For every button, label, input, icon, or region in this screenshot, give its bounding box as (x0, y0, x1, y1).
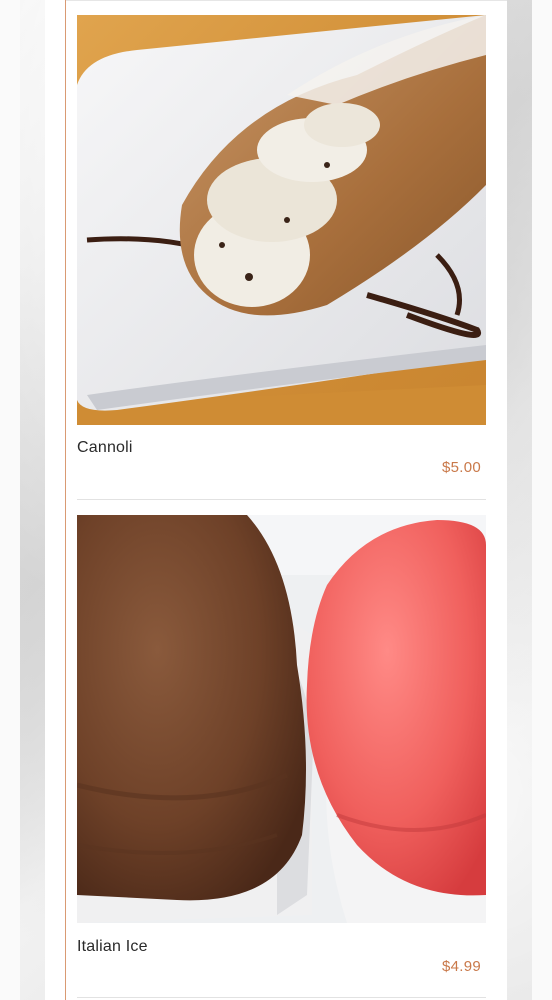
accent-line (65, 0, 66, 1000)
item-name: Cannoli (77, 439, 133, 456)
menu-item-cannoli[interactable]: Cannoli $5.00 (77, 15, 486, 500)
italian-ice-image (77, 515, 486, 923)
right-edge (532, 0, 552, 1000)
menu-item-italian-ice[interactable]: Italian Ice $4.99 (77, 515, 486, 1000)
left-edge (0, 0, 20, 1000)
item-price: $5.00 (441, 459, 481, 476)
top-divider (66, 0, 507, 1)
item-divider (77, 997, 486, 998)
cannoli-image (77, 15, 486, 425)
item-divider (77, 499, 486, 500)
item-price: $4.99 (441, 958, 481, 975)
item-name: Italian Ice (77, 938, 148, 955)
cannoli-photo[interactable] (77, 15, 486, 425)
italian-ice-photo[interactable] (77, 515, 486, 923)
